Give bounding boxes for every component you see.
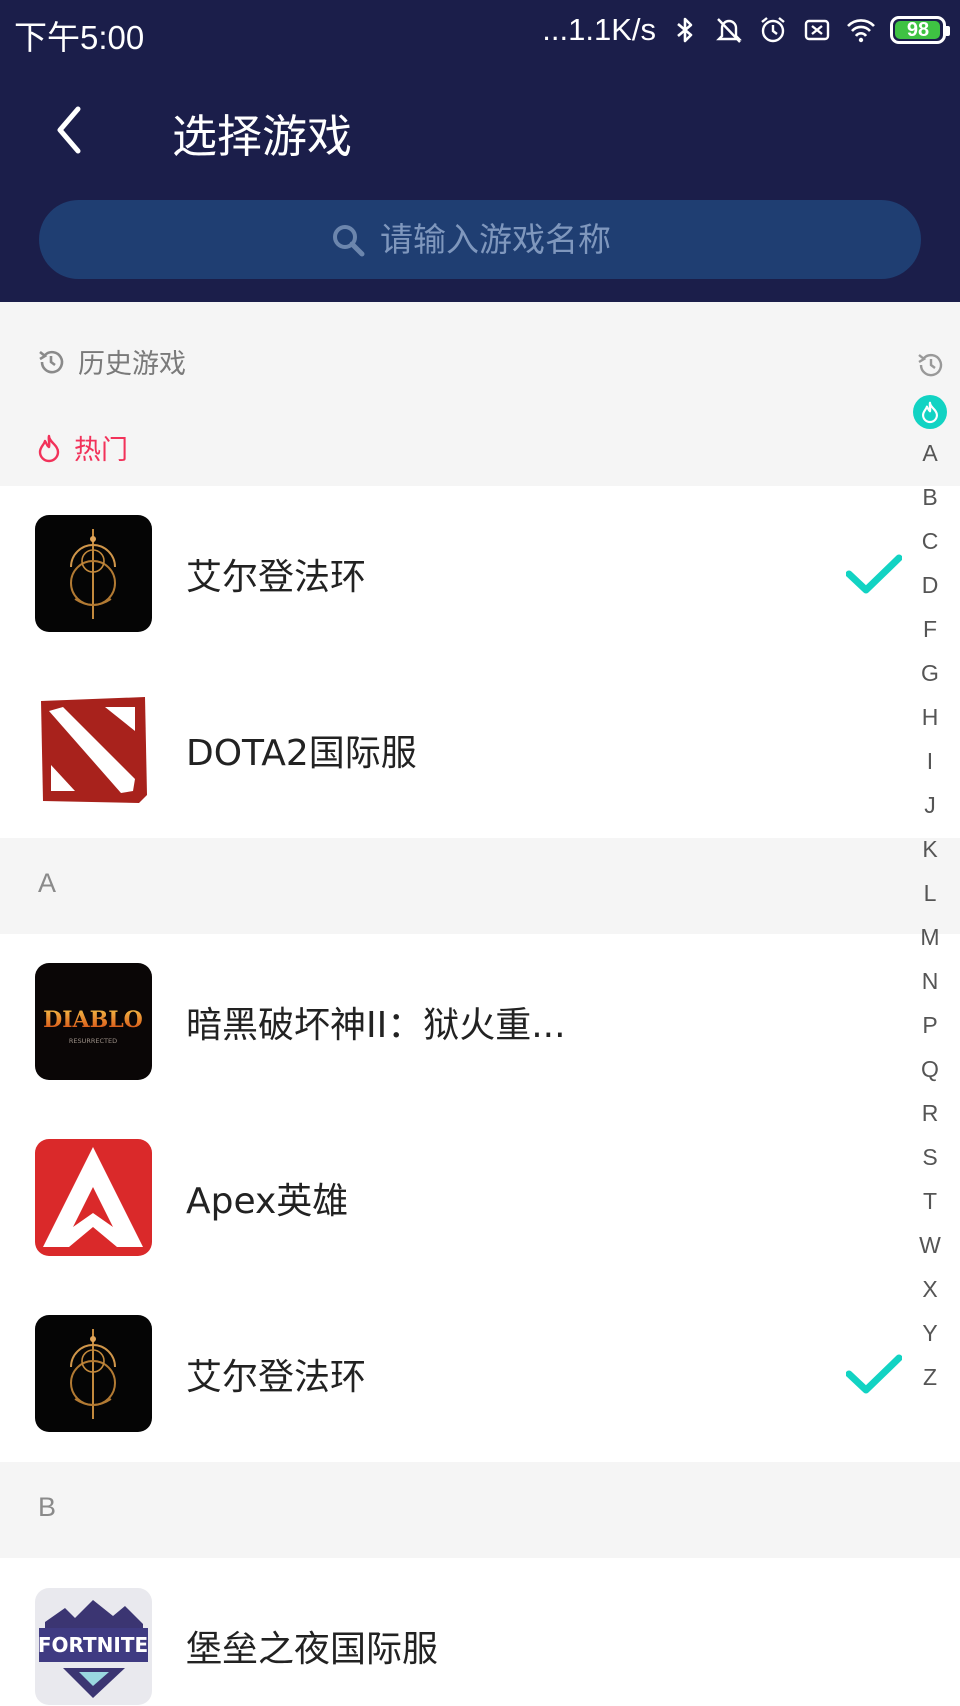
index-letter-y[interactable]: Y <box>910 1316 950 1350</box>
game-name: 艾尔登法环 <box>186 557 367 598</box>
apex-icon <box>35 1139 152 1256</box>
index-letter-t[interactable]: T <box>910 1184 950 1218</box>
game-name: 艾尔登法环 <box>186 1357 367 1398</box>
dota2-icon <box>35 691 152 808</box>
chevron-left-icon <box>57 106 81 154</box>
index-letter-r[interactable]: R <box>910 1096 950 1130</box>
letter-label: B <box>38 1492 57 1522</box>
status-right: ...1.1K/s 98 <box>542 10 950 50</box>
list-item[interactable]: FORTNITE 堡垒之夜国际服 <box>0 1558 960 1706</box>
checkmark-icon <box>846 554 902 594</box>
page-title: 选择游戏 <box>172 110 353 163</box>
index-letter-c[interactable]: C <box>910 524 950 558</box>
index-letter-q[interactable]: Q <box>910 1052 950 1086</box>
index-history-icon[interactable] <box>910 348 950 382</box>
letter-header-b: B <box>0 1462 960 1558</box>
letter-header-a: A <box>0 838 960 934</box>
game-name: Apex英雄 <box>186 1181 349 1222</box>
search-icon <box>333 224 365 256</box>
index-letter-h[interactable]: H <box>910 700 950 734</box>
index-letter-z[interactable]: Z <box>910 1360 950 1394</box>
index-letter-x[interactable]: X <box>910 1272 950 1306</box>
mute-icon <box>716 18 742 43</box>
index-letter-n[interactable]: N <box>910 964 950 998</box>
index-hot-button[interactable] <box>913 395 947 429</box>
history-games-link[interactable]: 历史游戏 <box>36 342 186 381</box>
index-letter-g[interactable]: G <box>910 656 950 690</box>
fortnite-icon: FORTNITE <box>35 1588 152 1705</box>
game-name: 暗黑破坏神II：狱火重... <box>186 1005 566 1046</box>
status-bar: 下午5:00 ...1.1K/s 98 <box>0 0 960 62</box>
elden-ring-icon <box>35 1315 152 1432</box>
network-speed: ...1.1K/s <box>542 12 656 47</box>
index-letter-l[interactable]: L <box>910 876 950 910</box>
list-item[interactable]: DIABLO RESURRECTED 暗黑破坏神II：狱火重... <box>0 934 960 1110</box>
game-select-screen: 下午5:00 ...1.1K/s 98 选择游戏 请输入游戏名称 历史游戏 热门… <box>0 0 960 1706</box>
index-letter-p[interactable]: P <box>910 1008 950 1042</box>
checkmark-icon <box>846 1354 902 1394</box>
wifi-icon <box>847 19 875 43</box>
diablo-logo-subtext: RESURRECTED <box>69 1037 117 1045</box>
status-time: 下午5:00 <box>14 19 145 56</box>
list-item[interactable]: 艾尔登法环 <box>0 1286 960 1462</box>
battery-icon: 98 <box>890 16 950 44</box>
search-input[interactable] <box>380 220 630 259</box>
list-item[interactable]: 艾尔登法环 <box>0 486 960 662</box>
index-letter-w[interactable]: W <box>910 1228 950 1262</box>
hot-games-link[interactable]: 热门 <box>36 428 128 467</box>
index-letter-m[interactable]: M <box>910 920 950 954</box>
elden-ring-icon <box>35 515 152 632</box>
alarm-icon <box>761 17 785 43</box>
index-letter-f[interactable]: F <box>910 612 950 646</box>
sim-off-icon <box>804 19 830 41</box>
back-button[interactable] <box>44 100 94 160</box>
hot-label: 热门 <box>74 435 128 466</box>
game-name: 堡垒之夜国际服 <box>186 1629 439 1670</box>
history-icon <box>39 350 64 373</box>
history-label: 历史游戏 <box>78 349 186 380</box>
search-bar[interactable] <box>39 200 921 279</box>
diablo-icon: DIABLO RESURRECTED <box>35 963 152 1080</box>
index-letter-d[interactable]: D <box>910 568 950 602</box>
index-letter-a[interactable]: A <box>910 436 950 470</box>
index-letter-i[interactable]: I <box>910 744 950 778</box>
list-item[interactable]: Apex英雄 <box>0 1110 960 1286</box>
list-item[interactable]: DOTA2国际服 <box>0 662 960 838</box>
index-letter-k[interactable]: K <box>910 832 950 866</box>
battery-level: 98 <box>906 18 930 41</box>
letter-label: A <box>38 868 57 898</box>
diablo-logo-text: DIABLO <box>43 1007 143 1033</box>
flame-icon <box>922 401 938 424</box>
fortnite-logo-text: FORTNITE <box>38 1633 148 1657</box>
index-letter-j[interactable]: J <box>910 788 950 822</box>
index-letter-s[interactable]: S <box>910 1140 950 1174</box>
flame-icon <box>38 434 60 462</box>
header: 下午5:00 ...1.1K/s 98 选择游戏 请输入游戏名称 <box>0 0 960 302</box>
bluetooth-icon <box>677 17 693 43</box>
index-letter-b[interactable]: B <box>910 480 950 514</box>
game-name: DOTA2国际服 <box>186 733 417 774</box>
